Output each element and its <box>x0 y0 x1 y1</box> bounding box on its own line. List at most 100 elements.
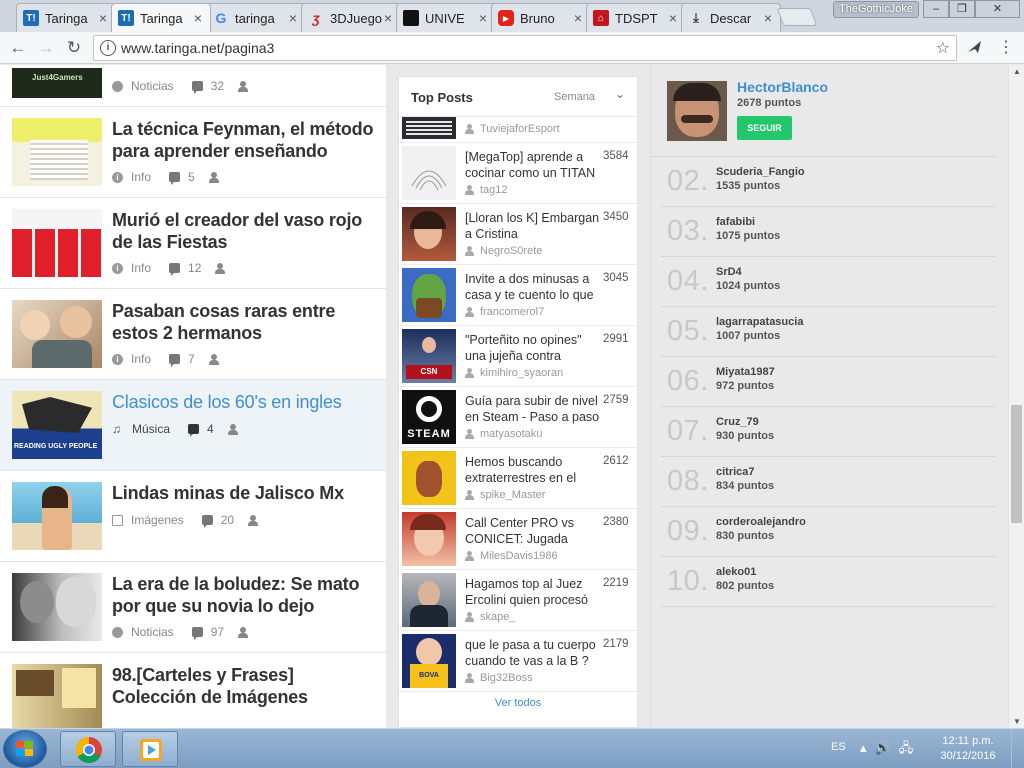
top-post-title[interactable]: [MegaTop] aprende a cocinar como un TITA… <box>465 149 601 181</box>
chrome-taskbar-button[interactable] <box>60 731 116 767</box>
system-clock[interactable]: 12:11 p.m. 30/12/2016 <box>936 734 1000 764</box>
post-item[interactable]: Murió el creador del vaso rojo de las Fi… <box>0 198 386 289</box>
top-post-title[interactable]: que le pasa a tu cuerpo cuando te vas a … <box>465 637 601 669</box>
top-post-title[interactable]: Invite a dos minusas a casa y te cuento … <box>465 271 601 303</box>
post-thumbnail[interactable] <box>12 209 102 277</box>
close-icon[interactable]: × <box>192 10 204 26</box>
top-post-author[interactable]: skape_ <box>465 611 515 623</box>
top-post-title[interactable]: Hagamos top al Juez Ercolini quien proce… <box>465 576 601 608</box>
top-post-item[interactable]: BOVA que le pasa a tu cuerpo cuando te v… <box>399 631 637 692</box>
page-scrollbar[interactable]: ▲ ▼ <box>1008 65 1024 728</box>
post-item[interactable]: Just4Gamers Noticias 32 <box>0 65 386 107</box>
author-name[interactable]: NegroS0rete <box>480 245 542 257</box>
top-post-item[interactable]: Hagamos top al Juez Ercolini quien proce… <box>399 570 637 631</box>
close-icon[interactable]: × <box>667 10 679 26</box>
ranking-user[interactable]: fafabibi <box>716 216 755 228</box>
post-category[interactable]: Info <box>131 352 151 366</box>
bookmark-star-icon[interactable]: ☆ <box>936 38 950 58</box>
network-icon[interactable]: 🖧 <box>899 740 922 755</box>
close-icon[interactable]: × <box>382 10 394 26</box>
top-post-item[interactable]: [MegaTop] aprende a cocinar como un TITA… <box>399 143 637 204</box>
author-name[interactable]: MilesDavis1986 <box>480 550 558 562</box>
top-post-thumbnail[interactable] <box>402 451 456 505</box>
top-post-thumbnail[interactable]: CSN <box>402 329 456 383</box>
browser-tab[interactable]: G taringa × <box>206 3 306 32</box>
post-thumbnail[interactable] <box>12 573 102 641</box>
top-post-thumbnail[interactable] <box>402 146 456 200</box>
post-category[interactable]: Imágenes <box>131 513 184 527</box>
close-icon[interactable]: × <box>477 10 489 26</box>
forward-icon[interactable]: → <box>36 38 56 58</box>
top-post-author[interactable]: MilesDavis1986 <box>465 550 558 562</box>
top-post-item[interactable]: CSN "Porteñito no opines" una jujeña con… <box>399 326 637 387</box>
top-post-item[interactable]: Invite a dos minusas a casa y te cuento … <box>399 265 637 326</box>
top-post-author[interactable]: kimihiro_syaoran <box>465 367 563 379</box>
browser-tab[interactable]: UNIVE × <box>396 3 496 32</box>
post-item[interactable]: Pasaban cosas raras entre estos 2 herman… <box>0 289 386 380</box>
author-name[interactable]: matyasotaku <box>480 428 542 440</box>
user-icon[interactable] <box>208 353 219 365</box>
top-post-thumbnail[interactable] <box>402 512 456 566</box>
post-category[interactable]: Noticias <box>131 79 174 93</box>
ranking-row[interactable]: 10. aleko01 802 puntos <box>661 557 996 607</box>
post-thumbnail[interactable] <box>12 482 102 550</box>
ranking-user[interactable]: corderoalejandro <box>716 516 806 528</box>
post-title[interactable]: Lindas minas de Jalisco Mx <box>112 482 377 504</box>
browser-tab[interactable]: ʒ 3DJuegos × <box>301 3 401 32</box>
post-title[interactable]: La técnica Feynman, el método para apren… <box>112 118 377 162</box>
post-item[interactable]: La técnica Feynman, el método para apren… <box>0 107 386 198</box>
post-thumbnail[interactable] <box>12 664 102 728</box>
tray-arrow-icon[interactable]: ▴ <box>860 740 875 755</box>
close-window-button[interactable]: ✕ <box>975 0 1020 18</box>
post-thumbnail[interactable]: Just4Gamers <box>12 68 102 98</box>
page-info-icon[interactable]: i <box>100 40 116 56</box>
post-title[interactable]: Murió el creador del vaso rojo de las Fi… <box>112 209 377 253</box>
browser-tab[interactable]: T! Taringa × <box>16 3 116 32</box>
leader-name[interactable]: HectorBlanco <box>737 79 828 95</box>
post-title[interactable]: Pasaban cosas raras entre estos 2 herman… <box>112 300 377 344</box>
post-thumbnail[interactable] <box>12 300 102 368</box>
ranking-row[interactable]: 02. Scuderia_Fangio 1535 puntos <box>661 157 996 207</box>
browser-tab[interactable]: ⌂ TDSPT × <box>586 3 686 32</box>
close-icon[interactable]: × <box>762 10 774 26</box>
ranking-row[interactable]: 09. corderoalejandro 830 puntos <box>661 507 996 557</box>
ranking-user[interactable]: lagarrapatasucia <box>716 316 803 328</box>
show-desktop-button[interactable] <box>1011 729 1024 768</box>
top-post-thumbnail[interactable] <box>402 268 456 322</box>
top-post-title[interactable]: [Lloran los K] Embargan a Cristina <box>465 210 601 242</box>
author-name[interactable]: Big32Boss <box>480 672 533 684</box>
top-post-author[interactable]: francomerol7 <box>465 306 544 318</box>
user-icon[interactable] <box>248 514 259 526</box>
author-name[interactable]: TuviejaforEsport <box>480 123 560 135</box>
new-tab-button[interactable] <box>776 8 818 26</box>
top-post-title[interactable]: "Porteñito no opines" una jujeña contra <box>465 332 601 364</box>
top-post-thumbnail[interactable]: BOVA <box>402 634 456 688</box>
user-icon[interactable] <box>227 423 238 435</box>
post-category[interactable]: Info <box>131 261 151 275</box>
ranking-user[interactable]: Scuderia_Fangio <box>716 166 805 178</box>
avatar[interactable] <box>667 81 727 141</box>
ranking-user[interactable]: citrica7 <box>716 466 755 478</box>
reload-icon[interactable]: ↻ <box>64 38 84 58</box>
top-post-title[interactable]: Call Center PRO vs CONICET: Jugada <box>465 515 601 547</box>
top-post-author[interactable]: matyasotaku <box>465 428 542 440</box>
close-icon[interactable]: × <box>287 10 299 26</box>
minimize-button[interactable]: – <box>923 0 949 18</box>
ranking-row[interactable]: 06. Miyata1987 972 puntos <box>661 357 996 407</box>
ranking-row[interactable]: 05. lagarrapatasucia 1007 puntos <box>661 307 996 357</box>
top-post-item[interactable]: Call Center PRO vs CONICET: Jugada 2380 … <box>399 509 637 570</box>
close-icon[interactable]: × <box>572 10 584 26</box>
post-category[interactable]: Música <box>132 422 170 436</box>
scroll-down-icon[interactable]: ▼ <box>1013 717 1021 726</box>
post-title[interactable]: 98.[Carteles y Frases] Colección de Imág… <box>112 664 377 708</box>
period-select[interactable]: Semana <box>554 91 595 103</box>
ranking-user[interactable]: Miyata1987 <box>716 366 775 378</box>
chevron-down-icon[interactable]: ⌄ <box>615 87 625 101</box>
keyboard-language[interactable]: ES <box>831 741 846 753</box>
ranking-user[interactable]: Cruz_79 <box>716 416 759 428</box>
post-thumbnail[interactable]: READING UGLY PEOPLE <box>12 391 102 459</box>
post-item[interactable]: La era de la boludez: Se mato por que su… <box>0 562 386 653</box>
post-category[interactable]: Noticias <box>131 625 174 639</box>
browser-tab-active[interactable]: T! Taringa × <box>111 3 211 32</box>
top-post-item[interactable]: TuviejaforEsport <box>399 117 637 143</box>
